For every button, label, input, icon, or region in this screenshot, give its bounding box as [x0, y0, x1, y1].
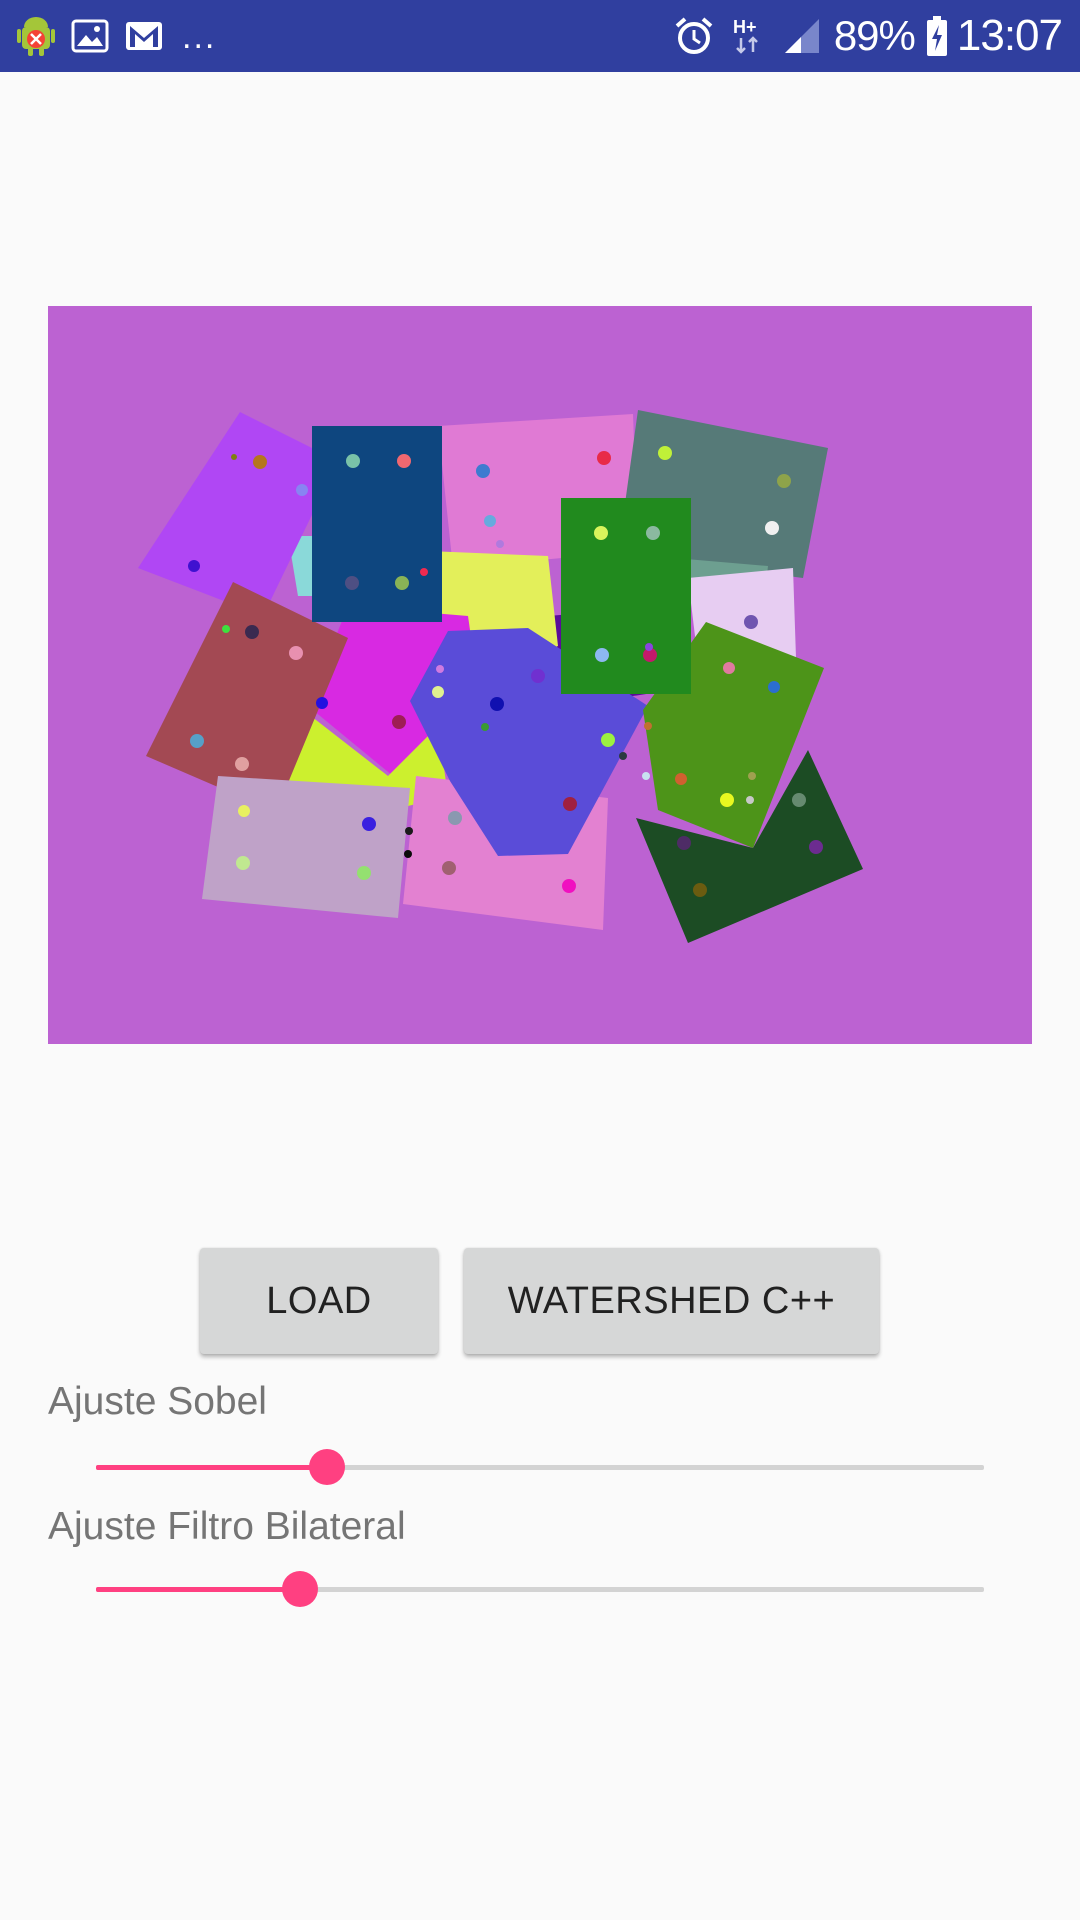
segmentation-image [138, 410, 863, 943]
sobel-slider[interactable] [96, 1442, 984, 1492]
status-bar: ... H+ 89% 13:07 [0, 0, 1080, 72]
result-image [48, 306, 1032, 1044]
load-button[interactable]: LOAD [200, 1248, 438, 1354]
bilateral-slider[interactable] [96, 1564, 984, 1614]
more-notifications: ... [182, 18, 217, 56]
signal-icon [780, 14, 824, 58]
network-hplus-icon: H+ [726, 14, 770, 58]
notification-icons: ... [14, 14, 216, 58]
system-icons: H+ 89% 13:07 [672, 10, 1063, 62]
clock: 13:07 [956, 11, 1063, 60]
svg-text:H+: H+ [733, 17, 757, 37]
alarm-icon [672, 14, 716, 58]
android-debug-icon [14, 14, 58, 58]
battery-percent: 89% [833, 12, 916, 59]
slider-progress [96, 1587, 301, 1592]
slider-progress [96, 1465, 327, 1470]
slider-thumb[interactable] [282, 1571, 319, 1607]
sobel-label: Ajuste Sobel [48, 1380, 267, 1423]
watershed-button[interactable]: WATERSHED C++ [464, 1248, 879, 1354]
battery-charging-icon [925, 14, 949, 58]
slider-thumb[interactable] [308, 1449, 345, 1485]
gmail-icon [122, 14, 166, 58]
image-icon [68, 14, 112, 58]
bilateral-label: Ajuste Filtro Bilateral [48, 1505, 406, 1548]
